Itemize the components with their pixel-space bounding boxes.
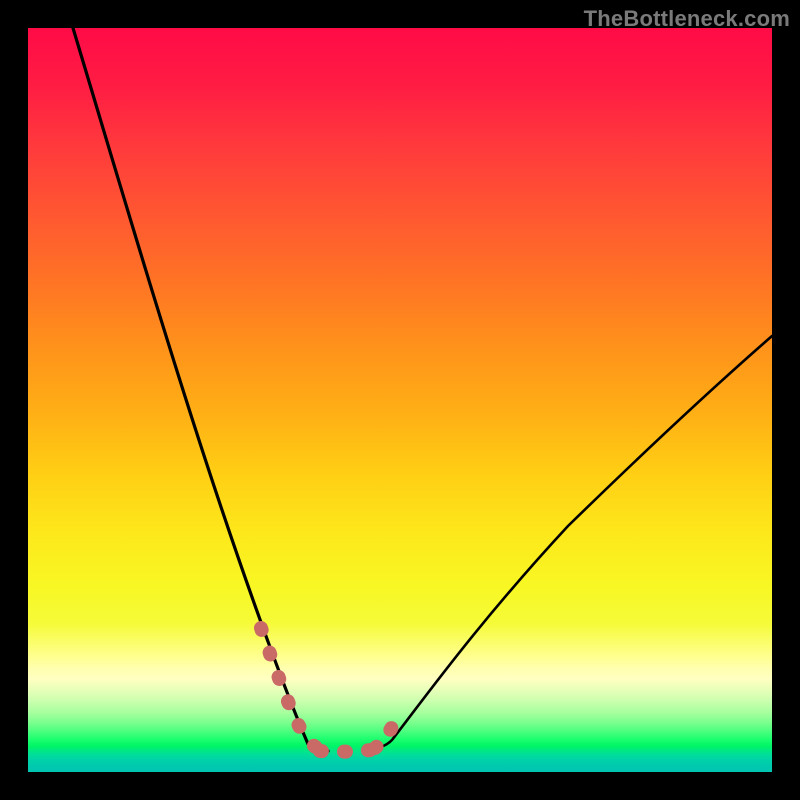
left-curve	[73, 28, 328, 751]
plot-frame	[28, 28, 772, 772]
trough-highlight-bottom	[320, 750, 371, 752]
trough-highlight-left	[261, 628, 324, 751]
watermark-text: TheBottleneck.com	[584, 6, 790, 32]
right-curve	[373, 336, 772, 748]
curve-overlay	[28, 28, 772, 772]
